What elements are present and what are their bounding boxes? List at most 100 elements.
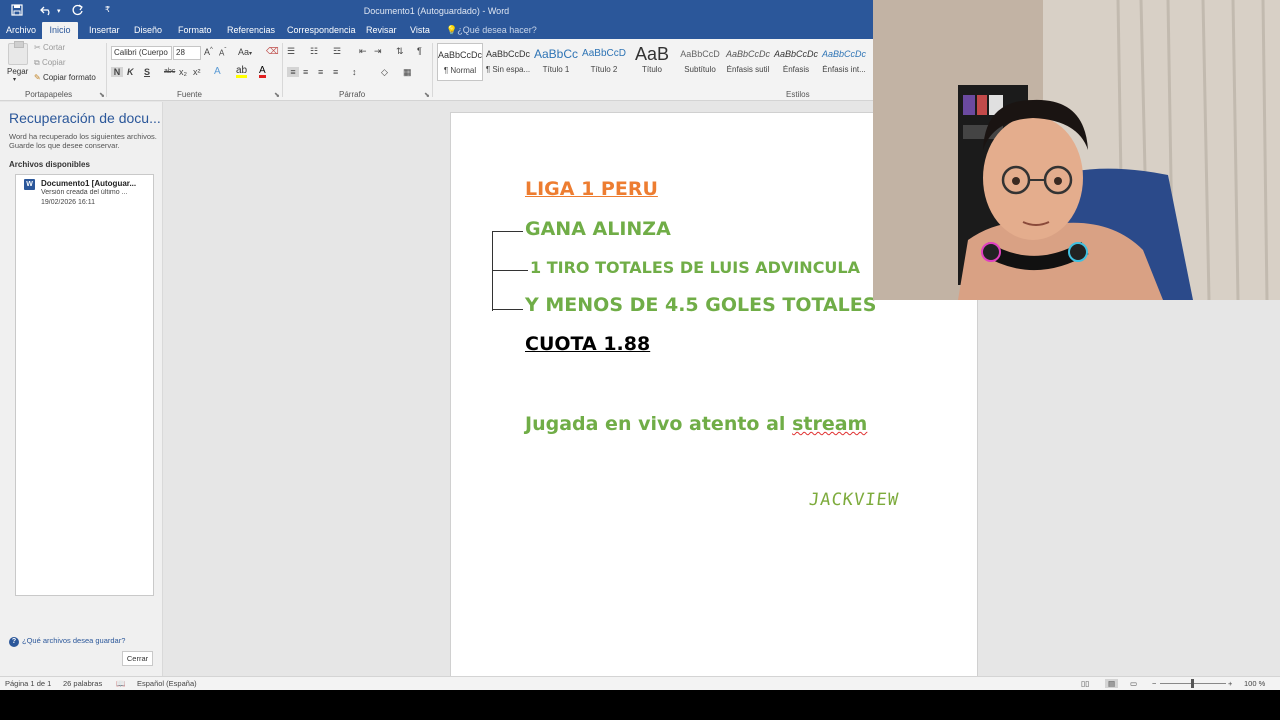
tab-revisar[interactable]: Revisar bbox=[366, 22, 397, 39]
borders-icon[interactable]: ▦ bbox=[403, 67, 412, 78]
style-name: ¶ Sin espa... bbox=[485, 65, 531, 74]
font-launcher-icon[interactable]: ⬊ bbox=[274, 91, 280, 99]
numbering-icon[interactable]: ☷ bbox=[310, 46, 318, 57]
print-layout-icon[interactable]: ▤ bbox=[1105, 679, 1118, 688]
recovery-title: Recuperación de docu... bbox=[9, 110, 161, 126]
document-recovery-pane: Recuperación de docu... Word ha recupera… bbox=[0, 102, 163, 676]
bracket-tick bbox=[493, 270, 528, 271]
increase-indent-icon[interactable]: ⇥ bbox=[374, 46, 382, 57]
ribbon-tabs: Archivo Inicio Insertar Diseño Formato R… bbox=[0, 22, 873, 39]
style-name: Título bbox=[641, 65, 662, 74]
available-files-heading: Archivos disponibles bbox=[9, 160, 90, 169]
bold-button[interactable]: N bbox=[111, 67, 123, 77]
style-preview: AaBbCcDc bbox=[438, 50, 482, 60]
style-preview: AaBbCcDc bbox=[485, 49, 530, 59]
paste-icon[interactable] bbox=[8, 41, 28, 65]
clear-formatting-icon[interactable]: ⌫ bbox=[266, 46, 279, 57]
superscript-button[interactable]: x² bbox=[193, 67, 201, 77]
sort-icon[interactable]: ⇅ bbox=[396, 46, 404, 57]
style-preview: AaB bbox=[634, 44, 670, 64]
bracket-tick bbox=[493, 231, 523, 232]
justify-icon[interactable]: ≡ bbox=[333, 67, 338, 77]
style-subtle-emphasis[interactable]: AaBbCcDc Énfasis sutil bbox=[725, 43, 771, 81]
format-painter-button[interactable]: ✎ Copiar formato bbox=[34, 73, 96, 82]
doc-line-shots[interactable]: 1 TIRO TOTALES DE LUIS ADVINCULA bbox=[530, 258, 860, 277]
align-center-icon[interactable]: ≡ bbox=[303, 67, 308, 77]
doc-line-odds[interactable]: CUOTA 1.88 bbox=[525, 333, 650, 355]
copy-button[interactable]: ⧉ Copiar bbox=[34, 58, 66, 68]
style-subtitle[interactable]: AaBbCcD Subtítulo bbox=[677, 43, 723, 81]
paragraph-launcher-icon[interactable]: ⬊ bbox=[424, 91, 430, 99]
highlight-icon[interactable]: ab bbox=[236, 66, 248, 78]
tab-correspondencia[interactable]: Correspondencia bbox=[287, 22, 356, 39]
doc-line-live[interactable]: Jugada en vivo atento al stream bbox=[525, 413, 867, 435]
shading-icon[interactable]: ◇ bbox=[381, 67, 388, 78]
clipboard-launcher-icon[interactable]: ⬊ bbox=[99, 91, 105, 99]
proofing-icon[interactable]: 📖 bbox=[116, 679, 125, 688]
tell-me-search[interactable]: 💡¿Qué desea hacer? bbox=[446, 22, 537, 39]
style-heading-2[interactable]: AaBbCcD Título 2 bbox=[581, 43, 627, 81]
tab-vista[interactable]: Vista bbox=[410, 22, 430, 39]
group-label-paragraph: Párrafo bbox=[339, 90, 366, 99]
style-normal[interactable]: AaBbCcDc ¶ Normal bbox=[437, 43, 483, 81]
language[interactable]: Español (España) bbox=[137, 679, 197, 688]
style-intense-emphasis[interactable]: AaBbCcDc Énfasis int... bbox=[821, 43, 867, 81]
font-size-combo[interactable]: 28 bbox=[173, 46, 201, 60]
status-bar: Página 1 de 1 26 palabras 📖 Español (Esp… bbox=[0, 676, 1280, 690]
zoom-out-icon[interactable]: − bbox=[1152, 679, 1156, 688]
align-left-icon[interactable]: ≡ bbox=[287, 67, 299, 77]
doc-line-goals[interactable]: Y MENOS DE 4.5 GOLES TOTALES bbox=[525, 294, 876, 316]
style-no-spacing[interactable]: AaBbCcDc ¶ Sin espa... bbox=[485, 43, 531, 81]
doc-line-league[interactable]: LIGA 1 PERU bbox=[525, 178, 658, 200]
font-color-icon[interactable]: A bbox=[259, 66, 266, 78]
tab-formato[interactable]: Formato bbox=[178, 22, 212, 39]
tab-referencias[interactable]: Referencias bbox=[227, 22, 275, 39]
paste-dropdown-icon[interactable]: ▾ bbox=[13, 76, 16, 83]
align-right-icon[interactable]: ≡ bbox=[318, 67, 323, 77]
zoom-level[interactable]: 100 % bbox=[1244, 679, 1265, 688]
decrease-indent-icon[interactable]: ⇤ bbox=[359, 46, 367, 57]
grow-font-icon[interactable]: A^ bbox=[204, 47, 213, 57]
word-count[interactable]: 26 palabras bbox=[63, 679, 102, 688]
style-emphasis[interactable]: AaBbCcDc Énfasis bbox=[773, 43, 819, 81]
subscript-button[interactable]: x₂ bbox=[179, 67, 187, 77]
italic-button[interactable]: K bbox=[127, 67, 134, 77]
format-painter-label: Copiar formato bbox=[42, 73, 96, 82]
style-name: Énfasis bbox=[782, 65, 810, 74]
web-layout-icon[interactable]: ▭ bbox=[1130, 679, 1137, 688]
style-preview: AaBbCcDc bbox=[725, 49, 770, 59]
underline-button[interactable]: S bbox=[144, 67, 150, 77]
bullets-icon[interactable]: ☰ bbox=[287, 46, 295, 57]
font-family-combo[interactable]: Calibri (Cuerpo bbox=[111, 46, 172, 60]
multilevel-list-icon[interactable]: ☲ bbox=[333, 46, 341, 57]
style-title[interactable]: AaB Título bbox=[629, 43, 675, 81]
doc-line-win[interactable]: GANA ALINZA bbox=[525, 218, 671, 240]
style-heading-1[interactable]: AaBbCc Título 1 bbox=[533, 43, 579, 81]
jackview-signature: JACKVIEW bbox=[807, 490, 900, 510]
style-name: Título 1 bbox=[542, 65, 570, 74]
tab-archivo[interactable]: Archivo bbox=[6, 22, 36, 39]
page-count[interactable]: Página 1 de 1 bbox=[5, 679, 51, 688]
style-preview: AaBbCcDc bbox=[773, 49, 818, 59]
zoom-in-icon[interactable]: + bbox=[1228, 679, 1232, 688]
lightbulb-icon: 💡 bbox=[446, 25, 458, 35]
zoom-slider-thumb[interactable] bbox=[1191, 679, 1194, 688]
scissors-icon: ✂ bbox=[34, 43, 41, 52]
tab-diseno[interactable]: Diseño bbox=[134, 22, 162, 39]
show-marks-icon[interactable]: ¶ bbox=[417, 46, 422, 56]
tab-inicio[interactable]: Inicio bbox=[42, 22, 78, 39]
tab-insertar[interactable]: Insertar bbox=[89, 22, 120, 39]
recovered-file-item[interactable]: W Documento1 [Autoguar... Versión creada… bbox=[16, 175, 153, 211]
file-name: Documento1 [Autoguar... bbox=[41, 179, 137, 188]
strikethrough-button[interactable]: abc bbox=[164, 68, 175, 75]
line-spacing-icon[interactable]: ↕ bbox=[352, 67, 357, 77]
read-mode-icon[interactable]: ▯▯ bbox=[1081, 679, 1089, 688]
which-files-help-link[interactable]: ? ¿Qué archivos desea guardar? bbox=[9, 636, 125, 647]
shrink-font-icon[interactable]: Aˇ bbox=[219, 48, 226, 58]
cut-button[interactable]: ✂ Cortar bbox=[34, 43, 65, 52]
stream-word: stream bbox=[792, 413, 868, 435]
paste-button[interactable]: Pegar bbox=[7, 67, 28, 76]
close-button[interactable]: Cerrar bbox=[122, 651, 153, 666]
text-effects-icon[interactable]: A bbox=[214, 66, 221, 77]
change-case-button[interactable]: Aa▾ bbox=[238, 47, 252, 57]
